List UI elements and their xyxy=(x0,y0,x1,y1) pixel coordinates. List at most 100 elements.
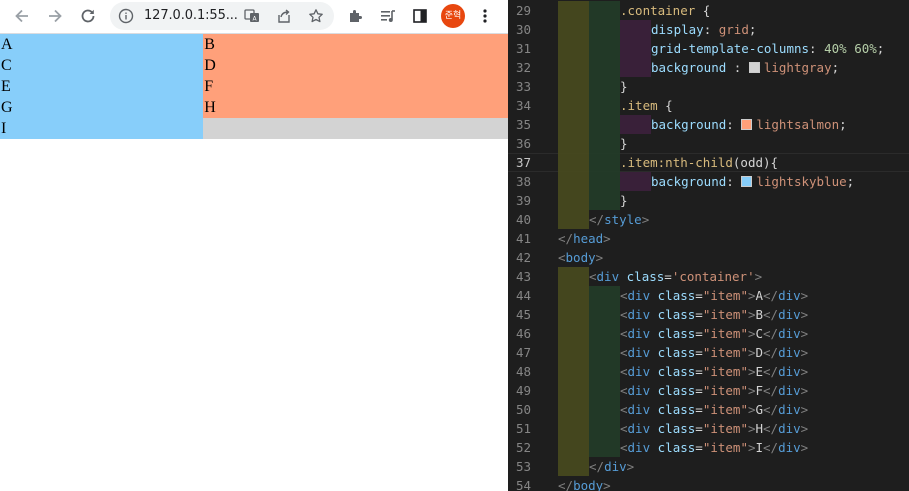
indent-guide xyxy=(558,1,589,20)
code-line: 33} xyxy=(508,77,909,96)
line-number: 48 xyxy=(515,364,531,379)
code-text: <div class='container'> xyxy=(589,269,763,284)
indent-guide xyxy=(558,400,589,419)
forward-arrow-icon xyxy=(49,9,62,23)
code-text: grid-template-columns: 40% 60%; xyxy=(651,41,885,56)
code-text: background: lightskyblue; xyxy=(651,174,855,189)
indent-guide xyxy=(558,457,589,476)
line-number: 51 xyxy=(515,421,531,436)
indent-guide xyxy=(558,438,589,457)
line-number: 41 xyxy=(515,231,531,246)
forward-button[interactable] xyxy=(41,2,69,30)
indent-guide xyxy=(558,191,589,210)
code-line: 30 display: grid; xyxy=(508,20,909,39)
code-line: 44 <div class="item">A</div> xyxy=(508,286,909,305)
browser-toolbar: 127.0.0.1:55... A 준혁 xyxy=(0,0,508,34)
code-line: 31 grid-template-columns: 40% 60%; xyxy=(508,39,909,58)
indent-guide xyxy=(589,305,620,324)
address-bar[interactable]: 127.0.0.1:55... A xyxy=(110,2,334,30)
share-icon[interactable] xyxy=(275,7,293,25)
indent-guide xyxy=(589,419,620,438)
code-text: <div class="item">G</div> xyxy=(620,402,809,417)
code-line: 37 .item:nth-child(odd){ xyxy=(508,153,909,172)
side-panel-button[interactable] xyxy=(406,2,434,30)
indent-guide xyxy=(589,153,620,172)
line-number: 49 xyxy=(515,383,531,398)
indent-guide xyxy=(589,324,620,343)
indent-guide xyxy=(558,381,589,400)
indent-guide xyxy=(589,343,620,362)
color-swatch[interactable] xyxy=(748,62,760,73)
line-number: 32 xyxy=(515,60,531,75)
indent-guide xyxy=(589,172,620,191)
indent-guide xyxy=(558,39,589,58)
code-line: 53 </div> xyxy=(508,457,909,476)
indent-guide xyxy=(620,20,651,39)
code-text: .container { xyxy=(620,3,711,18)
back-button[interactable] xyxy=(8,2,36,30)
line-number: 36 xyxy=(515,136,531,151)
code-text: background : lightgray; xyxy=(651,60,840,75)
line-number: 40 xyxy=(515,212,531,227)
indent-guide xyxy=(558,210,589,229)
more-vert-icon xyxy=(483,9,487,23)
code-text: <div class="item">H</div> xyxy=(620,421,809,436)
code-line: 51 <div class="item">H</div> xyxy=(508,419,909,438)
media-queue-icon xyxy=(381,10,395,22)
info-icon[interactable] xyxy=(117,7,135,25)
code-line: 39} xyxy=(508,191,909,210)
indent-guide xyxy=(589,400,620,419)
grid-item: E xyxy=(0,76,204,97)
grid-item: B xyxy=(203,34,508,55)
code-text: </style> xyxy=(589,212,650,227)
code-line: 46 <div class="item">C</div> xyxy=(508,324,909,343)
indent-guide xyxy=(558,419,589,438)
extensions-puzzle-icon xyxy=(350,10,362,22)
line-number: 37 xyxy=(515,155,531,170)
indent-guide xyxy=(589,58,620,77)
url-text[interactable]: 127.0.0.1:55... xyxy=(144,8,238,23)
color-swatch[interactable] xyxy=(741,176,753,187)
code-text: display: grid; xyxy=(651,22,757,37)
indent-guide xyxy=(558,134,589,153)
grid-item: F xyxy=(203,76,508,97)
line-number: 29 xyxy=(515,3,531,18)
grid-item: G xyxy=(0,97,204,118)
indent-guide xyxy=(589,1,620,20)
line-number: 52 xyxy=(515,440,531,455)
line-number: 44 xyxy=(515,288,531,303)
code-line: 41 </head> xyxy=(508,229,909,248)
media-button[interactable] xyxy=(374,2,402,30)
reload-button[interactable] xyxy=(74,2,102,30)
code-text: background: lightsalmon; xyxy=(651,117,847,132)
bookmark-star-icon[interactable] xyxy=(307,7,325,25)
code-line: 32 background : lightgray; xyxy=(508,58,909,77)
code-line: 52 <div class="item">I</div> xyxy=(508,438,909,457)
code-text: <div class="item">B</div> xyxy=(620,307,809,322)
indent-guide xyxy=(589,362,620,381)
indent-guide xyxy=(589,438,620,457)
line-number: 43 xyxy=(515,269,531,284)
code-text: </body> xyxy=(558,478,611,491)
code-line: 42 <body> xyxy=(508,248,909,267)
code-text: } xyxy=(620,79,628,94)
line-number: 35 xyxy=(515,117,531,132)
indent-guide xyxy=(558,96,589,115)
code-editor[interactable]: 29 .container { 30 display: grid; 31 grid-tem… xyxy=(508,0,909,491)
color-swatch[interactable] xyxy=(741,119,753,130)
page-viewport: A B C D E F G H I xyxy=(0,34,508,491)
indent-guide xyxy=(558,267,589,286)
indent-guide xyxy=(589,191,620,210)
indent-guide xyxy=(558,324,589,343)
code-text: <div class="item">E</div> xyxy=(620,364,809,379)
profile-avatar[interactable]: 준혁 xyxy=(441,4,465,28)
indent-guide xyxy=(558,58,589,77)
line-number: 42 xyxy=(515,250,531,265)
code-line: 43 <div class='container'> xyxy=(508,267,909,286)
indent-guide xyxy=(558,20,589,39)
browser-window: 127.0.0.1:55... A 준혁 A B C D E F G H I xyxy=(0,0,508,491)
menu-button[interactable] xyxy=(471,2,499,30)
extensions-button[interactable] xyxy=(342,2,370,30)
code-text: <body> xyxy=(558,250,604,265)
translate-icon[interactable]: A xyxy=(243,7,261,25)
